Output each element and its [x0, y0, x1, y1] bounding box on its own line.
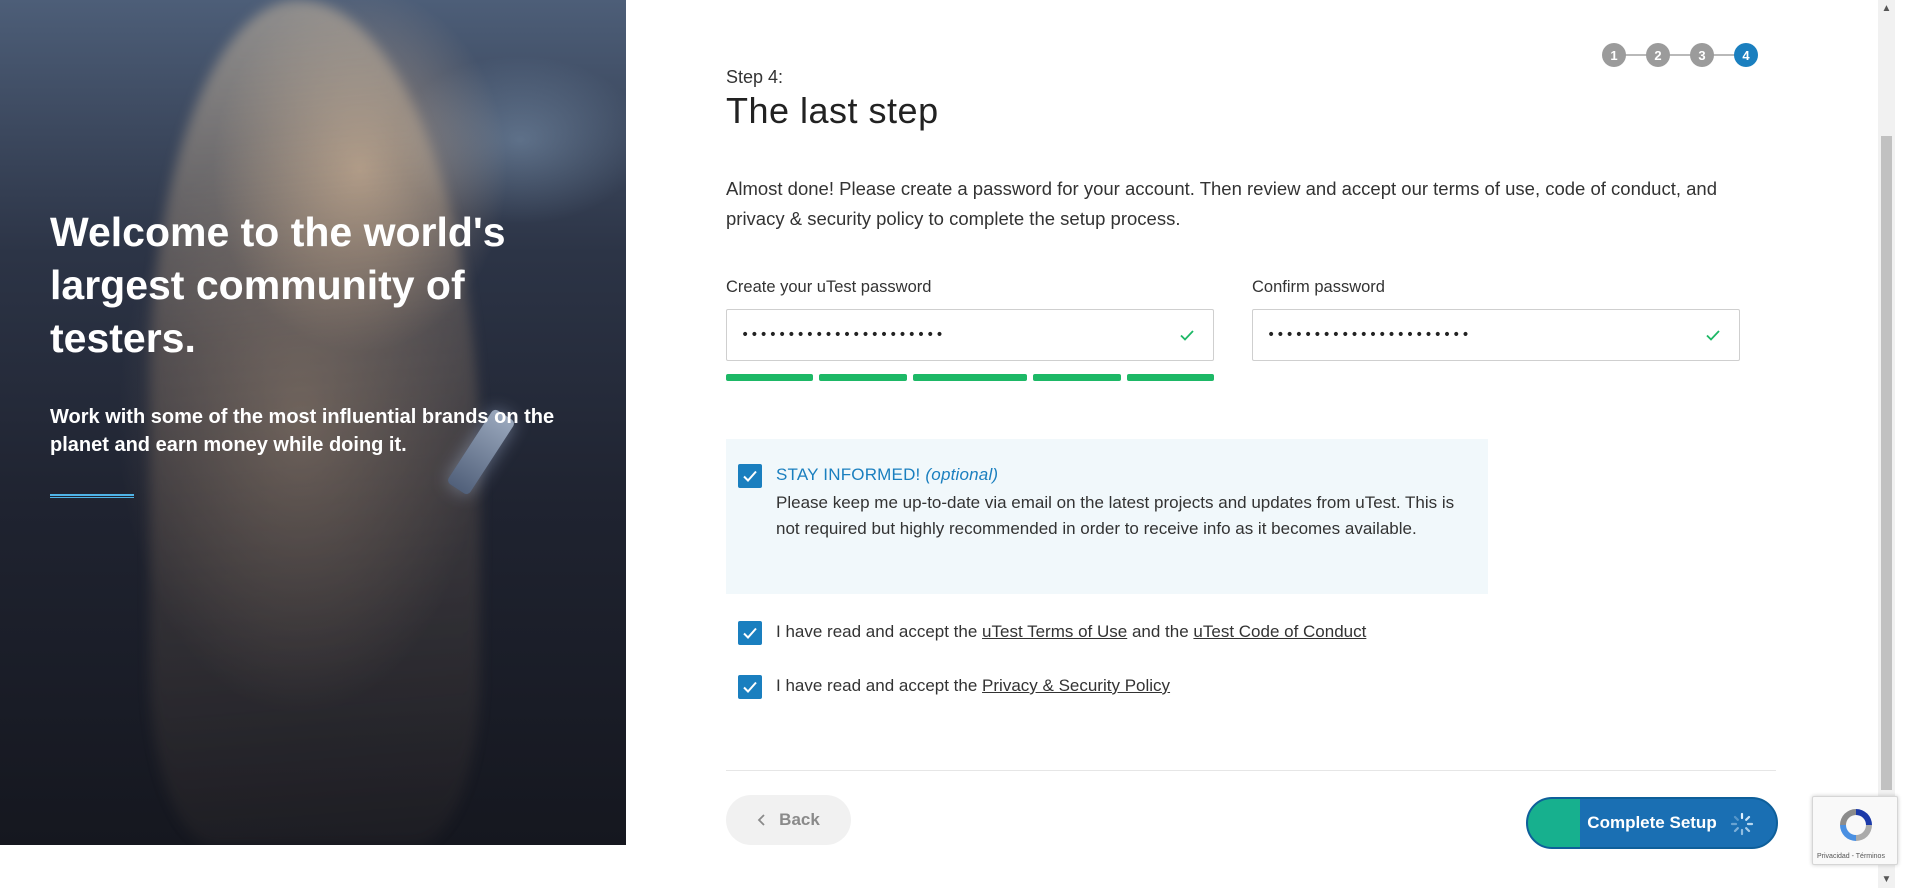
back-button[interactable]: Back: [726, 795, 851, 845]
strength-segment: [1033, 374, 1121, 381]
scroll-thumb[interactable]: [1881, 136, 1892, 790]
checkmark-icon: [743, 627, 757, 639]
terms-row: I have read and accept the uTest Terms o…: [776, 622, 1366, 642]
hero-title: Welcome to the world's largest community…: [50, 209, 506, 361]
intro-text: Almost done! Please create a password fo…: [726, 178, 1717, 229]
step-1: 1: [1602, 43, 1626, 67]
strength-segment: [1127, 374, 1214, 381]
step-3: 3: [1690, 43, 1714, 67]
privacy-row: I have read and accept the Privacy & Sec…: [776, 676, 1170, 696]
scroll-up-arrow-icon[interactable]: ▲: [1878, 0, 1895, 17]
hero-subtitle: Work with some of the most influential b…: [50, 406, 555, 456]
checkmark-icon: [743, 681, 757, 693]
code-of-conduct-link[interactable]: uTest Code of Conduct: [1193, 622, 1366, 641]
privacy-policy-link[interactable]: Privacy & Security Policy: [982, 676, 1170, 695]
stay-informed-text: Please keep me up-to-date via email on t…: [776, 493, 1455, 538]
strength-segment: [819, 374, 907, 381]
terms-middle: and the: [1127, 622, 1194, 641]
footer-divider: [726, 770, 1776, 771]
optional-tag: (optional): [925, 465, 999, 484]
recaptcha-logo-icon: [1840, 809, 1872, 841]
stay-informed-title: STAY INFORMED! (optional): [776, 465, 998, 485]
step-connector: [1614, 54, 1748, 56]
page-title: The last step: [726, 90, 939, 131]
confirm-password-input[interactable]: [1267, 327, 1669, 343]
step-4-active: 4: [1734, 43, 1758, 67]
step-indicator: 1 2 3 4: [1602, 43, 1760, 67]
complete-setup-button[interactable]: Complete Setup: [1526, 797, 1778, 849]
recaptcha-badge[interactable]: Privacidad - Términos: [1812, 796, 1898, 865]
password-label: Create your uTest password: [726, 278, 932, 296]
recaptcha-links[interactable]: Privacidad - Términos: [1817, 853, 1885, 860]
privacy-prefix: I have read and accept the: [776, 676, 983, 695]
step-2: 2: [1646, 43, 1670, 67]
terms-prefix: I have read and accept the: [776, 622, 983, 641]
password-strength-meter: [726, 374, 1214, 381]
strength-segment: [913, 374, 1027, 381]
terms-of-use-link[interactable]: uTest Terms of Use: [982, 622, 1127, 641]
checkmark-icon: [743, 470, 757, 482]
loading-spinner-icon: [1730, 812, 1754, 836]
page-scrollbar[interactable]: ▲ ▼: [1878, 0, 1895, 888]
password-input[interactable]: [741, 327, 1143, 343]
stay-informed-heading: STAY INFORMED!: [776, 465, 921, 484]
strength-segment: [726, 374, 813, 381]
check-icon: [1180, 330, 1194, 341]
hero-panel: Welcome to the world's largest community…: [0, 0, 626, 845]
stay-informed-checkbox[interactable]: [738, 464, 762, 488]
confirm-password-field[interactable]: [1252, 309, 1740, 361]
confirm-password-label: Confirm password: [1252, 278, 1385, 296]
back-button-label: Back: [779, 810, 820, 829]
complete-setup-label: Complete Setup: [1587, 813, 1717, 832]
scroll-down-arrow-icon[interactable]: ▼: [1878, 871, 1895, 888]
hero-accent-rule: [50, 494, 134, 498]
privacy-checkbox[interactable]: [738, 675, 762, 699]
step-label: Step 4:: [726, 67, 784, 87]
chevron-left-icon: [757, 814, 765, 826]
check-icon: [1706, 330, 1720, 341]
terms-checkbox[interactable]: [738, 621, 762, 645]
password-field[interactable]: [726, 309, 1214, 361]
